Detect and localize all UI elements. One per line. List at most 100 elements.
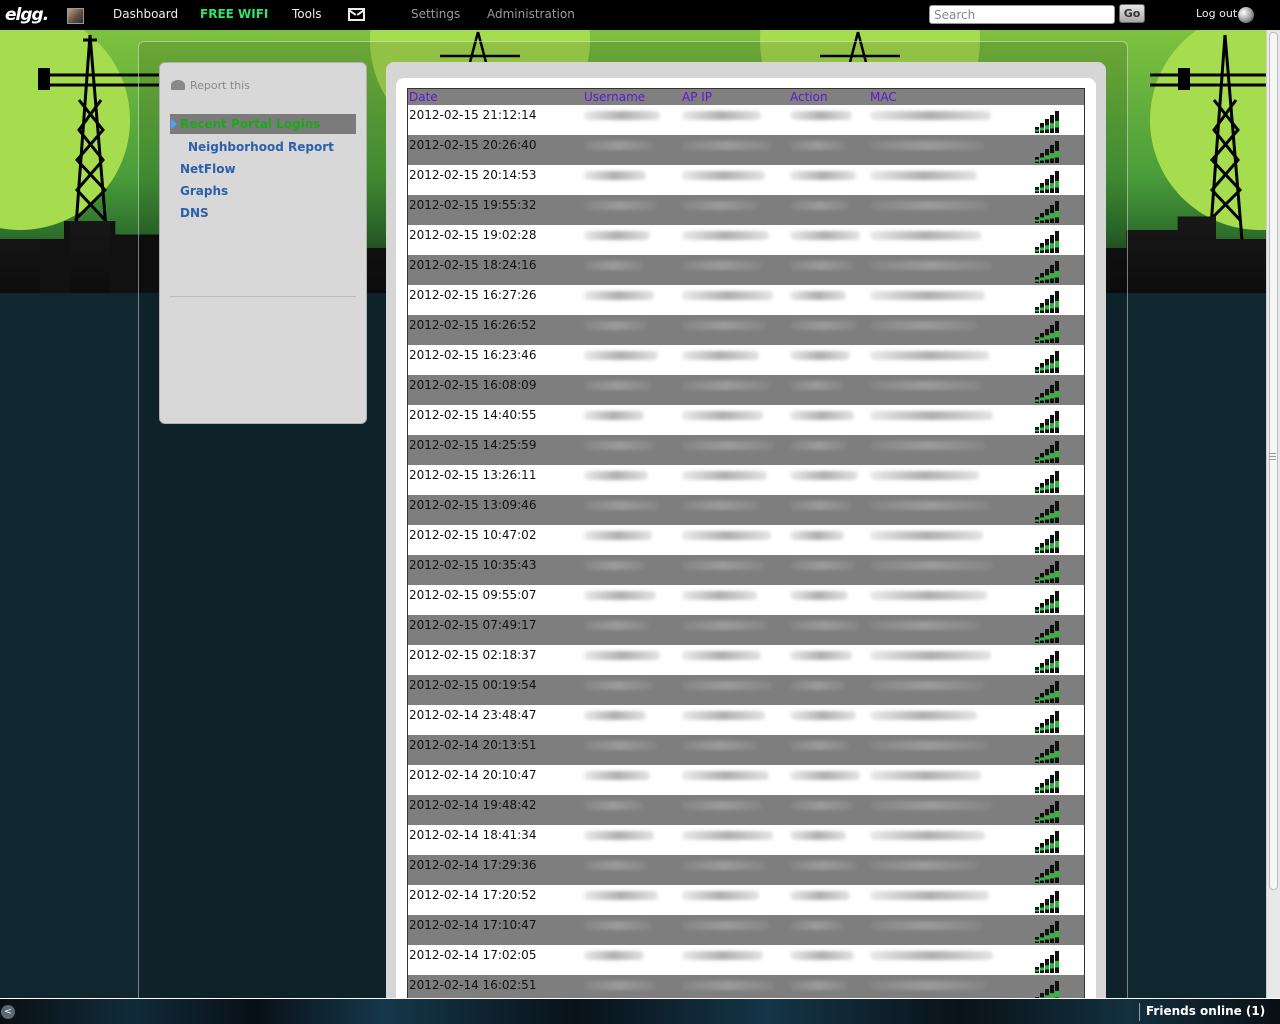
messages-icon[interactable] <box>348 8 365 21</box>
redacted-ap-ip <box>682 531 771 540</box>
report-this-link[interactable]: Report this <box>171 79 250 92</box>
redacted-ap-ip <box>682 171 765 180</box>
redacted-ap-ip <box>682 921 770 930</box>
redacted-ap-ip <box>682 621 768 630</box>
table-row: 2012-02-14 17:02:05 <box>408 945 1084 975</box>
redacted-ap-ip <box>682 801 762 810</box>
signal-strength-icon <box>1035 231 1059 253</box>
table-row: 2012-02-14 18:41:34 <box>408 825 1084 855</box>
redacted-mac <box>870 321 978 330</box>
table-row: 2012-02-15 00:19:54 <box>408 675 1084 705</box>
sidebar-item-recent-portal-logins[interactable]: Recent Portal Logins <box>170 114 356 134</box>
page-scrollbar[interactable] <box>1266 30 1280 998</box>
redacted-username <box>584 741 657 750</box>
signal-strength-icon <box>1035 591 1059 613</box>
table-row: 2012-02-15 19:55:32 <box>408 195 1084 225</box>
login-date: 2012-02-15 07:49:17 <box>409 618 537 632</box>
redacted-action <box>790 561 855 570</box>
signal-strength-icon <box>1035 111 1059 133</box>
signal-strength-icon <box>1035 561 1059 583</box>
redacted-mac <box>870 621 980 630</box>
signal-strength-icon <box>1035 351 1059 373</box>
redacted-username <box>584 831 654 840</box>
redacted-mac <box>870 261 992 270</box>
redacted-action <box>790 471 858 480</box>
redacted-ap-ip <box>682 891 759 900</box>
redacted-mac <box>870 471 979 480</box>
redacted-ap-ip <box>682 291 773 300</box>
column-header-mac[interactable]: MAC <box>870 90 897 104</box>
table-row: 2012-02-14 23:48:47 <box>408 705 1084 735</box>
sidebar-item-dns[interactable]: DNS <box>170 202 356 224</box>
nav-free-wifi[interactable]: FREE WIFI <box>200 7 268 21</box>
table-row: 2012-02-14 19:48:42 <box>408 795 1084 825</box>
login-date: 2012-02-14 20:13:51 <box>409 738 537 752</box>
nav-administration[interactable]: Administration <box>487 7 575 21</box>
redacted-action <box>790 801 853 810</box>
redacted-ap-ip <box>682 321 766 330</box>
redacted-mac <box>870 381 982 390</box>
collapse-toolbar-icon[interactable]: < <box>1 1005 15 1019</box>
redacted-mac <box>870 171 977 180</box>
column-header-action[interactable]: Action <box>790 90 828 104</box>
redacted-mac <box>870 891 989 900</box>
signal-strength-icon <box>1035 621 1059 643</box>
signal-strength-icon <box>1035 441 1059 463</box>
redacted-mac <box>870 771 981 780</box>
redacted-mac <box>870 501 990 510</box>
redacted-mac <box>870 921 982 930</box>
table-row: 2012-02-15 16:08:09 <box>408 375 1084 405</box>
table-row: 2012-02-14 20:13:51 <box>408 735 1084 765</box>
login-date: 2012-02-15 20:26:40 <box>409 138 537 152</box>
signal-strength-icon <box>1035 321 1059 343</box>
redacted-action <box>790 351 850 360</box>
search-input[interactable] <box>929 5 1115 24</box>
signal-strength-icon <box>1035 681 1059 703</box>
sidebar-divider <box>170 296 356 297</box>
logout-link[interactable]: Log out <box>1196 7 1237 20</box>
signal-strength-icon <box>1035 171 1059 193</box>
report-icon <box>171 80 185 90</box>
redacted-mac <box>870 861 978 870</box>
sidebar-item-netflow[interactable]: NetFlow <box>170 158 356 180</box>
table-row: 2012-02-15 07:49:17 <box>408 615 1084 645</box>
login-date: 2012-02-15 14:25:59 <box>409 438 537 452</box>
redacted-username <box>584 471 648 480</box>
redacted-username <box>584 351 658 360</box>
redacted-ap-ip <box>682 681 772 690</box>
login-date: 2012-02-14 17:20:52 <box>409 888 537 902</box>
redacted-action <box>790 501 851 510</box>
nav-dashboard[interactable]: Dashboard <box>113 7 178 21</box>
nav-tools[interactable]: Tools <box>292 7 322 21</box>
redacted-ap-ip <box>682 711 765 720</box>
column-header-ap-ip[interactable]: AP IP <box>682 90 712 104</box>
user-avatar[interactable] <box>67 8 84 24</box>
signal-strength-icon <box>1035 471 1059 493</box>
table-row: 2012-02-15 20:26:40 <box>408 135 1084 165</box>
redacted-action <box>790 831 846 840</box>
redacted-ap-ip <box>682 771 769 780</box>
redacted-username <box>584 951 644 960</box>
redacted-action <box>790 291 846 300</box>
table-row: 2012-02-14 17:29:36 <box>408 855 1084 885</box>
redacted-ap-ip <box>682 141 772 150</box>
redacted-username <box>584 771 650 780</box>
login-date: 2012-02-15 16:08:09 <box>409 378 537 392</box>
friends-online-button[interactable]: Friends online (1) <box>1146 1004 1265 1018</box>
table-header: Date Username AP IP Action MAC <box>408 89 1084 105</box>
login-date: 2012-02-15 13:09:46 <box>409 498 537 512</box>
signal-strength-icon <box>1035 381 1059 403</box>
sidebar-item-neighborhood-report[interactable]: Neighborhood Report <box>170 136 356 158</box>
login-date: 2012-02-14 17:10:47 <box>409 918 537 932</box>
redacted-ap-ip <box>682 951 763 960</box>
column-header-username[interactable]: Username <box>584 90 645 104</box>
elgg-logo[interactable]: elgg. <box>5 5 49 25</box>
redacted-ap-ip <box>682 411 763 420</box>
redacted-action <box>790 981 847 990</box>
redacted-ap-ip <box>682 981 774 990</box>
nav-settings[interactable]: Settings <box>411 7 460 21</box>
search-go-button[interactable]: Go <box>1119 4 1145 23</box>
column-header-date[interactable]: Date <box>409 90 438 104</box>
sidebar-item-graphs[interactable]: Graphs <box>170 180 356 202</box>
table-row: 2012-02-15 14:25:59 <box>408 435 1084 465</box>
